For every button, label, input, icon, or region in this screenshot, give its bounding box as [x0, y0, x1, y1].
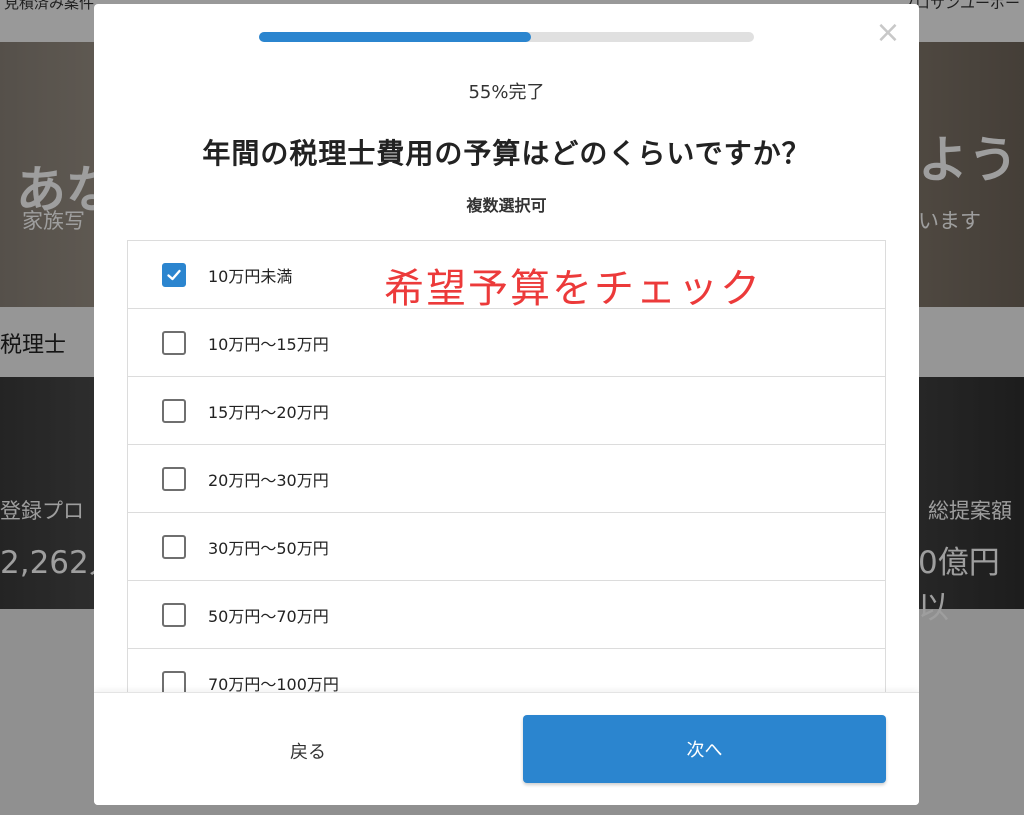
checkbox[interactable]: [162, 330, 186, 355]
checkbox[interactable]: [162, 466, 186, 491]
checkmark-icon: [167, 269, 181, 280]
question-title: 年間の税理士費用の予算はどのくらいですか？: [202, 137, 811, 170]
budget-option-label: 10万円〜15万円: [208, 334, 329, 354]
budget-option-label: 15万円〜20万円: [208, 402, 329, 422]
annotation-text: 希望予算をチェック: [384, 266, 762, 312]
progress-bar: [259, 32, 754, 42]
budget-option[interactable]: 30万円〜50万円: [128, 513, 885, 581]
modal-footer: 戻る 次へ: [94, 692, 919, 805]
budget-option-label: 10万円未満: [208, 266, 293, 286]
budget-option[interactable]: 15万円〜20万円: [128, 377, 885, 445]
budget-question-modal: × 55%完了 年間の税理士費用の予算はどのくらいですか？ 複数選択可 10万円…: [94, 4, 919, 805]
budget-option[interactable]: 50万円〜70万円: [128, 581, 885, 649]
budget-option-label: 30万円〜50万円: [208, 538, 329, 558]
multi-select-hint: 複数選択可: [466, 196, 547, 215]
budget-option[interactable]: 10万円〜15万円: [128, 309, 885, 377]
checkbox[interactable]: [162, 398, 186, 423]
next-button[interactable]: 次へ: [523, 715, 886, 783]
close-icon[interactable]: ×: [875, 18, 901, 48]
checkbox[interactable]: [162, 602, 186, 627]
checkbox[interactable]: [162, 262, 186, 287]
budget-option-label: 70万円〜100万円: [208, 674, 339, 693]
checkbox[interactable]: [162, 534, 186, 559]
budget-option-label: 20万円〜30万円: [208, 470, 329, 490]
progress-bar-fill: [259, 32, 532, 42]
progress-label: 55%完了: [468, 82, 545, 103]
budget-option[interactable]: 20万円〜30万円: [128, 445, 885, 513]
checkbox[interactable]: [162, 670, 186, 692]
budget-option[interactable]: 70万円〜100万円: [128, 649, 885, 692]
budget-option-label: 50万円〜70万円: [208, 606, 329, 626]
back-button[interactable]: 戻る: [94, 717, 522, 785]
